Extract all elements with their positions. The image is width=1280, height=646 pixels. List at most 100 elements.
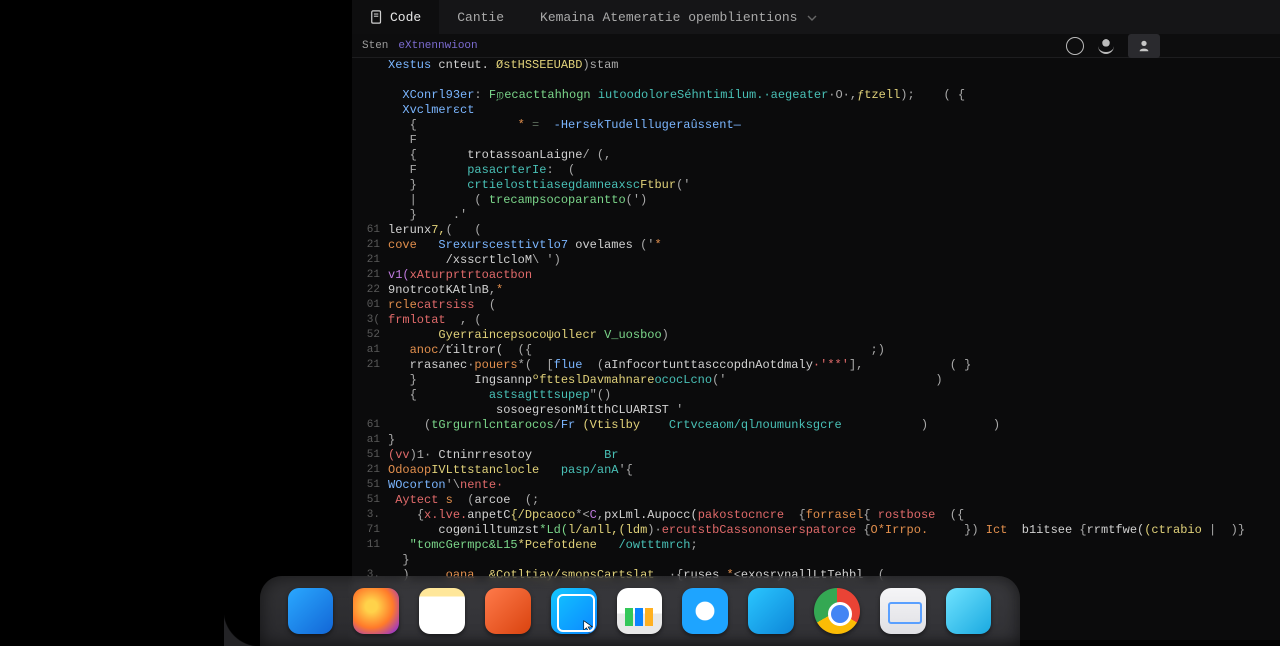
line-number xyxy=(362,103,388,118)
code-line[interactable]: { * = -HersekTudelllugeraûssent— xyxy=(362,118,1280,133)
line-number: 51 xyxy=(362,478,388,493)
code-line[interactable]: } crtielosttiasegdamneaxscFtbur(' xyxy=(362,178,1280,193)
code-text: } crtielosttiasegdamneaxscFtbur(' xyxy=(388,178,1280,193)
code-line[interactable]: Xestus cnteut. ØstHSSEEUABD)stam xyxy=(362,58,1280,73)
code-line[interactable]: 01rclecatrsiss ( xyxy=(362,298,1280,313)
line-number xyxy=(362,148,388,163)
dock-app-safari[interactable] xyxy=(683,588,729,634)
code-line[interactable]: 21OdoaopIVLttstanclocle pasp/anA'{ xyxy=(362,463,1280,478)
code-text: } xyxy=(388,433,1280,448)
dock-app-skype[interactable] xyxy=(749,588,795,634)
tab-code[interactable]: Code xyxy=(352,0,439,34)
line-number: 21 xyxy=(362,463,388,478)
code-line[interactable]: 71 cogønilltumzst*Ld(l/aлll,(ldm)·ercuts… xyxy=(362,523,1280,538)
code-text: /xsscrtlcloM\ ') xyxy=(388,253,1280,268)
code-line[interactable]: 21v1(xAturprtrtoactbon xyxy=(362,268,1280,283)
code-line[interactable]: sosoegresonMítthCLUARISТ ' xyxy=(362,403,1280,418)
code-line[interactable]: a1} xyxy=(362,433,1280,448)
code-text: } IngsannpºftteslDavmahnareococLcno(' ) xyxy=(388,373,1280,388)
notification-icon[interactable] xyxy=(1098,38,1114,54)
dock-app-ppt[interactable] xyxy=(485,588,531,634)
line-number xyxy=(362,88,388,103)
code-line[interactable]: 229notrcotKAtlnB,* xyxy=(362,283,1280,298)
line-number xyxy=(362,553,388,568)
tab-cantie[interactable]: Cantie xyxy=(439,0,522,34)
code-line[interactable]: 61lerunx7,( ( xyxy=(362,223,1280,238)
code-line[interactable]: { trotassoanLaigne/ (, xyxy=(362,148,1280,163)
code-line[interactable]: 21cove Srexurscesttivtlo7 ovelames ('* xyxy=(362,238,1280,253)
tab-label: Kemaina Atemeratie opemblientions xyxy=(540,10,797,25)
code-line[interactable]: XConrl93er: Fறecacttahhogn iutoodoloreSé… xyxy=(362,88,1280,103)
code-line[interactable]: 21 /xsscrtlcloM\ ') xyxy=(362,253,1280,268)
code-text: { astsagtttsupep"() xyxy=(388,388,1280,403)
line-number: 61 xyxy=(362,223,388,238)
line-number xyxy=(362,208,388,223)
code-line[interactable]: | ( trecampsocoparantto(') xyxy=(362,193,1280,208)
dock-app-msg[interactable] xyxy=(946,588,992,634)
line-number: 61 xyxy=(362,418,388,433)
code-line[interactable]: 51(vv)1· Ctninrresotoy Br xyxy=(362,448,1280,463)
line-number: 52 xyxy=(362,328,388,343)
code-text: } .' xyxy=(388,208,1280,223)
code-line[interactable]: } IngsannpºftteslDavmahnareococLcno(' ) xyxy=(362,373,1280,388)
line-number xyxy=(362,118,388,133)
code-line[interactable]: Xvclmerɛct xyxy=(362,103,1280,118)
code-line[interactable]: 3(frmlotat , ( xyxy=(362,313,1280,328)
code-line[interactable]: 52 Gyerraincepsocoψollecr V_uosboo) xyxy=(362,328,1280,343)
user-badge[interactable] xyxy=(1128,34,1160,58)
code-text: (vv)1· Ctninrresotoy Br xyxy=(388,448,1280,463)
code-text: { trotassoanLaigne/ (, xyxy=(388,148,1280,163)
search-icon[interactable] xyxy=(1066,37,1084,55)
dock-app-firefox[interactable] xyxy=(354,588,400,634)
code-text: F pasacrterIe: ( xyxy=(388,163,1280,178)
code-editor[interactable]: Xestus cnteut. ØstHSSEEUABD)stam XConrl9… xyxy=(352,58,1280,613)
dock-app-numbers[interactable] xyxy=(617,588,663,634)
line-number xyxy=(362,403,388,418)
code-line[interactable]: 51WOcorton'\nente· xyxy=(362,478,1280,493)
code-line[interactable] xyxy=(362,73,1280,88)
code-line[interactable]: 21 rrasanec·pouers*( [flue (aInfocortunt… xyxy=(362,358,1280,373)
line-number xyxy=(362,178,388,193)
line-number: 51 xyxy=(362,493,388,508)
code-text: cogønilltumzst*Ld(l/aлll,(ldm)·ercutstbC… xyxy=(388,523,1280,538)
code-text: frmlotat , ( xyxy=(388,313,1280,328)
code-line[interactable]: } .' xyxy=(362,208,1280,223)
code-line[interactable]: } xyxy=(362,553,1280,568)
line-number: 21 xyxy=(362,238,388,253)
dock xyxy=(260,576,1020,646)
code-text: rclecatrsiss ( xyxy=(388,298,1280,313)
dock-app-finder[interactable] xyxy=(288,588,334,634)
code-text: v1(xAturprtrtoactbon xyxy=(388,268,1280,283)
tab-kemaina[interactable]: Kemaina Atemeratie opemblientions xyxy=(522,0,835,34)
code-line[interactable]: 61 (tGrgurnlcntarocos/Fr (Vtislby Crtvce… xyxy=(362,418,1280,433)
line-number xyxy=(362,193,388,208)
code-line[interactable]: 3. {x.lve.anpetC{/Dpcaoco*<C,pxLml.Aupoc… xyxy=(362,508,1280,523)
dock-app-mail[interactable] xyxy=(880,588,926,634)
code-line[interactable]: { astsagtttsupep"() xyxy=(362,388,1280,403)
code-line[interactable]: F xyxy=(362,133,1280,148)
dock-app-notes[interactable] xyxy=(420,588,466,634)
dock-app-xcode[interactable] xyxy=(551,588,597,634)
line-number: 51 xyxy=(362,448,388,463)
search-term[interactable]: eXtnennwioon xyxy=(398,40,477,52)
toolbar-right xyxy=(1066,34,1160,58)
line-number: 21 xyxy=(362,253,388,268)
line-number: 22 xyxy=(362,283,388,298)
code-line[interactable]: a1 anoc/ťiltror( ({ ;) xyxy=(362,343,1280,358)
code-text: "tomcGermpc&L15*Pcefotdene /owtttmrch; xyxy=(388,538,1280,553)
code-text: {x.lve.anpetC{/Dpcaoco*<C,pxLml.Aupocc(p… xyxy=(388,508,1280,523)
dock-app-chrome[interactable] xyxy=(815,588,861,634)
line-number: 71 xyxy=(362,523,388,538)
code-line[interactable]: F pasacrterIe: ( xyxy=(362,163,1280,178)
tab-label: Code xyxy=(390,10,421,25)
code-text: | ( trecampsocoparantto(') xyxy=(388,193,1280,208)
line-number xyxy=(362,133,388,148)
code-line[interactable]: 51 Aytect s (arcoe (; xyxy=(362,493,1280,508)
code-text: Gyerraincepsocoψollecr V_uosboo) xyxy=(388,328,1280,343)
code-text: Xestus cnteut. ØstHSSEEUABD)stam xyxy=(388,58,1280,73)
line-number xyxy=(362,58,388,73)
line-number: 21 xyxy=(362,268,388,283)
code-line[interactable]: 11 "tomcGermpc&L15*Pcefotdene /owtttmrch… xyxy=(362,538,1280,553)
code-text: (tGrgurnlcntarocos/Fr (Vtislby Crtvceaom… xyxy=(388,418,1280,433)
line-number: 21 xyxy=(362,358,388,373)
